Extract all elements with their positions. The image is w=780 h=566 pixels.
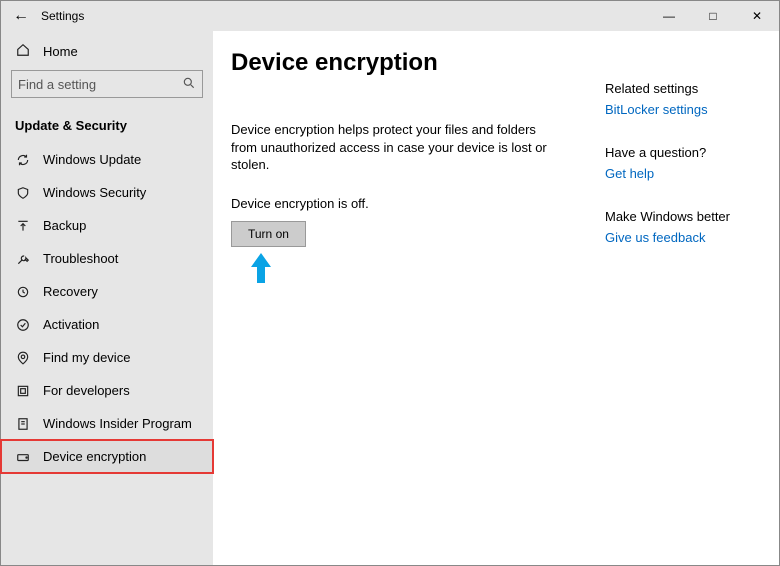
sidebar-home[interactable]: Home [1, 37, 213, 70]
search-placeholder: Find a setting [18, 77, 182, 92]
right-rail-block: Have a question? Get help [605, 145, 755, 181]
find-icon [15, 351, 31, 365]
sidebar-item-label: Device encryption [43, 449, 146, 464]
maximize-button[interactable]: □ [691, 1, 735, 31]
sidebar-home-label: Home [43, 44, 78, 59]
sidebar-item[interactable]: Find my device [1, 341, 213, 374]
sidebar-item-label: Activation [43, 317, 99, 332]
right-rail-link[interactable]: BitLocker settings [605, 102, 708, 117]
titlebar: ← Settings ― □ ✕ [1, 1, 779, 31]
page-title: Device encryption [231, 49, 605, 77]
search-icon [182, 76, 196, 93]
encryption-status: Device encryption is off. [231, 196, 605, 211]
sidebar: Home Find a setting Update & Security Wi… [1, 31, 213, 565]
minimize-button[interactable]: ― [647, 1, 691, 31]
page-description: Device encryption helps protect your fil… [231, 121, 551, 174]
window-controls: ― □ ✕ [647, 1, 779, 31]
sidebar-section-title: Update & Security [1, 110, 213, 143]
sidebar-item[interactable]: Recovery [1, 275, 213, 308]
sidebar-item[interactable]: Windows Update [1, 143, 213, 176]
sidebar-item-label: Windows Insider Program [43, 416, 192, 431]
sidebar-item[interactable]: Troubleshoot [1, 242, 213, 275]
sync-icon [15, 153, 31, 167]
sidebar-item[interactable]: Activation [1, 308, 213, 341]
sidebar-item[interactable]: Backup [1, 209, 213, 242]
sidebar-item-label: Recovery [43, 284, 98, 299]
turn-on-button[interactable]: Turn on [231, 221, 306, 247]
sidebar-item[interactable]: Windows Insider Program [1, 407, 213, 440]
window-title: Settings [41, 9, 84, 23]
sidebar-item-label: Windows Security [43, 185, 146, 200]
drive-icon [15, 450, 31, 464]
sidebar-item-label: For developers [43, 383, 130, 398]
sidebar-item-label: Backup [43, 218, 86, 233]
devs-icon [15, 384, 31, 398]
right-rail-link[interactable]: Give us feedback [605, 230, 705, 245]
sidebar-item-label: Troubleshoot [43, 251, 118, 266]
right-rail-block: Related settings BitLocker settings [605, 81, 755, 117]
sidebar-item[interactable]: Device encryption [1, 440, 213, 473]
search-input[interactable]: Find a setting [11, 70, 203, 98]
shield-icon [15, 186, 31, 200]
backup-icon [15, 219, 31, 233]
right-rail-title: Have a question? [605, 145, 755, 160]
sidebar-item[interactable]: For developers [1, 374, 213, 407]
annotation-arrow-icon [249, 253, 605, 290]
sidebar-item-label: Windows Update [43, 152, 141, 167]
home-icon [15, 43, 31, 60]
right-rail-title: Related settings [605, 81, 755, 96]
sidebar-nav-list: Windows Update Windows Security Backup Trou… [1, 143, 213, 473]
sidebar-item[interactable]: Windows Security [1, 176, 213, 209]
back-button[interactable]: ← [1, 7, 41, 25]
right-rail-block: Make Windows better Give us feedback [605, 209, 755, 245]
sidebar-item-label: Find my device [43, 350, 130, 365]
right-rail-title: Make Windows better [605, 209, 755, 224]
right-rail-link[interactable]: Get help [605, 166, 654, 181]
main-pane: Device encryption Device encryption help… [231, 49, 605, 565]
close-button[interactable]: ✕ [735, 1, 779, 31]
check-icon [15, 318, 31, 332]
wrench-icon [15, 252, 31, 266]
recovery-icon [15, 285, 31, 299]
insider-icon [15, 417, 31, 431]
right-rail: Related settings BitLocker settings Have a… [605, 49, 755, 565]
